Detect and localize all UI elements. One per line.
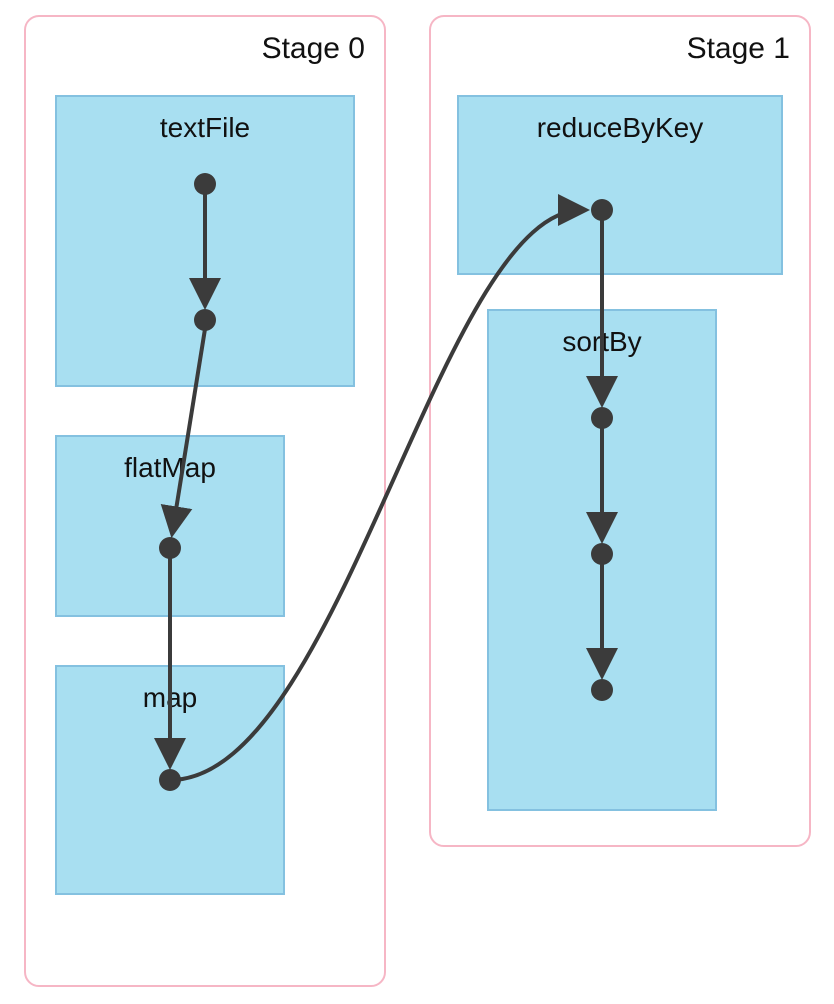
rdd-node-s0n3 (159, 769, 181, 791)
rdd-node-s0n0 (194, 173, 216, 195)
rdd-node-s0n1 (194, 309, 216, 331)
rdd-node-s1n3 (591, 679, 613, 701)
op-label-flatmap: flatMap (124, 452, 216, 483)
rdd-node-s1n2 (591, 543, 613, 565)
op-label-textfile: textFile (160, 112, 250, 143)
dag-diagram: Stage 0textFileflatMapmapStage 1reduceBy… (0, 0, 834, 1004)
rdd-node-s1n0 (591, 199, 613, 221)
stage-title-stage1: Stage 1 (687, 32, 790, 65)
stage-title-stage0: Stage 0 (262, 32, 365, 65)
rdd-node-s0n2 (159, 537, 181, 559)
op-label-reducebykey: reduceByKey (537, 112, 704, 143)
rdd-node-s1n1 (591, 407, 613, 429)
